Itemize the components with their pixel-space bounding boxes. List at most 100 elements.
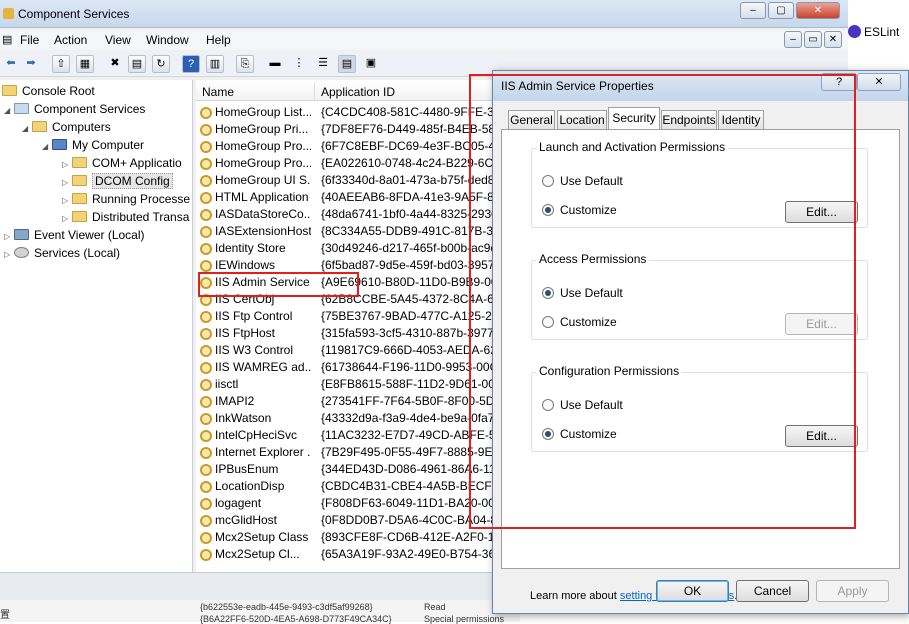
dcom-list: Name Application ID HomeGroup List... {C4… [196, 80, 496, 572]
expand-arrow-icon[interactable]: ◢ [4, 106, 14, 115]
list-row[interactable]: HomeGroup Pro... {EA022610-0748-4c24-B229… [196, 155, 496, 172]
list-row[interactable]: Mcx2Setup Class {893CFE8F-CD6B-412E-A2F0-… [196, 529, 496, 546]
mdi-close-button[interactable]: ✕ [824, 31, 842, 48]
list-row[interactable]: IASDataStoreCo... {48da6741-1bf0-4a44-832… [196, 206, 496, 223]
list-row[interactable]: IIS Ftp Control {75BE3767-9BAD-477C-A125-… [196, 308, 496, 325]
list-row[interactable]: IASExtensionHost {8C334A55-DDB9-491C-817B… [196, 223, 496, 240]
folder-icon [32, 121, 47, 132]
list-row[interactable]: HomeGroup Pro... {6F7C8EBF-DC69-4e3F-BC05… [196, 138, 496, 155]
refresh-icon[interactable]: ↻ [152, 55, 170, 73]
back-arrow-icon[interactable]: ⬅ [2, 55, 20, 73]
list-row[interactable]: IMAPI2 {273541FF-7F64-5B0F-8F00-5D77 [196, 393, 496, 410]
tree-item-my-computer[interactable]: ◢ My Computer [42, 138, 144, 156]
mdi-minimize-button[interactable]: – [784, 31, 802, 48]
list-row[interactable]: InkWatson {43332d9a-f3a9-4de4-be9a-0fa73 [196, 410, 496, 427]
row-name: HomeGroup Pro... [215, 139, 311, 153]
detail-view-icon[interactable]: ▤ [338, 55, 356, 73]
component-icon [200, 192, 212, 204]
list-row[interactable]: IIS WAMREG ad... {61738644-F196-11D0-9953… [196, 359, 496, 376]
menu-help[interactable]: Help [206, 33, 231, 47]
list-row[interactable]: Internet Explorer ... {7B29F495-0F55-49F7… [196, 444, 496, 461]
row-name: IPBusEnum [215, 462, 279, 476]
menu-file[interactable]: File [20, 33, 39, 47]
collapsed-arrow-icon[interactable]: ▷ [4, 232, 14, 241]
component-icon [200, 209, 212, 221]
mdi-restore-button[interactable]: ▭ [804, 31, 822, 48]
action-pane-icon[interactable]: ▥ [206, 55, 224, 73]
list-row[interactable]: Identity Store {30d49246-d217-465f-b00b-a… [196, 240, 496, 257]
tree-item-component-services[interactable]: ◢ Component Services [4, 102, 145, 120]
expand-arrow-icon[interactable]: ◢ [22, 124, 32, 133]
highlight-box-permissions [469, 74, 856, 529]
console-menu-icon[interactable]: ▤ [2, 33, 12, 46]
menu-window[interactable]: Window [146, 33, 189, 47]
apply-button[interactable]: Apply [816, 580, 889, 602]
tree-item-event-viewer[interactable]: ▷ Event Viewer (Local) [4, 228, 145, 246]
show-tree-icon[interactable]: ▦ [76, 55, 94, 73]
list-row[interactable]: mcGlidHost {0F8DD0B7-D5A6-4C0C-BA04-8A [196, 512, 496, 529]
component-icon [200, 498, 212, 510]
list-header: Name Application ID [196, 82, 496, 101]
tree-item-console-root[interactable]: Console Root [2, 84, 95, 102]
expand-arrow-icon[interactable]: ◢ [42, 142, 52, 151]
list-row[interactable]: IPBusEnum {344ED43D-D086-4961-86A6-110 [196, 461, 496, 478]
services-icon [14, 103, 29, 114]
component-icon [200, 532, 212, 544]
ok-button[interactable]: OK [656, 580, 729, 602]
list-row[interactable]: LocationDisp {CBDC4B31-CBE4-4A5B-BECF-64 [196, 478, 496, 495]
cancel-button[interactable]: Cancel [736, 580, 809, 602]
row-name: iisctl [215, 377, 239, 391]
tree-item-running-processes[interactable]: ▷ Running Processe [62, 192, 190, 210]
component-icon [200, 379, 212, 391]
export-icon[interactable]: ⎘ [236, 55, 254, 73]
eslint-taskbar-item[interactable]: ESLint [848, 20, 909, 48]
list-row[interactable]: Mcx2Setup Cl... {65A3A19F-93A2-49E0-B754-… [196, 546, 496, 563]
maximize-button[interactable]: ▢ [768, 2, 794, 19]
column-divider[interactable] [314, 82, 315, 101]
list-row[interactable]: IntelCpHeciSvc {11AC3232-E7D7-49CD-ABFE-5… [196, 427, 496, 444]
row-name: IIS W3 Control [215, 343, 294, 357]
up-folder-icon[interactable]: ⇧ [52, 55, 70, 73]
tree-item-com-applications[interactable]: ▷ COM+ Applicatio [62, 156, 182, 174]
list-row[interactable]: logagent {F808DF63-6049-11D1-BA20-006 [196, 495, 496, 512]
menu-action[interactable]: Action [54, 33, 87, 47]
small-icons-view-icon[interactable]: ⋮ [290, 55, 308, 73]
collapsed-arrow-icon[interactable]: ▷ [62, 160, 72, 169]
list-row[interactable]: HTML Application {40AEEAB6-8FDA-41e3-9A5F… [196, 189, 496, 206]
component-icon [200, 124, 212, 136]
list-row[interactable]: iisctl {E8FB8615-588F-11D2-9D61-00C0 [196, 376, 496, 393]
help-icon[interactable]: ? [182, 55, 200, 73]
component-icon [200, 464, 212, 476]
collapsed-arrow-icon[interactable]: ▷ [4, 250, 14, 259]
tree-item-computers[interactable]: ◢ Computers [22, 120, 111, 138]
column-header-name[interactable]: Name [202, 85, 234, 99]
column-header-application-id[interactable]: Application ID [321, 85, 395, 99]
background-guid: {b622553e-eadb-445e-9493-c3df5af99268} [200, 602, 373, 612]
tree-item-distributed-transactions[interactable]: ▷ Distributed Transa [62, 210, 189, 228]
list-view-icon[interactable]: ☰ [314, 55, 332, 73]
console-tree: Console Root ◢ Component Services ◢ Comput… [0, 80, 193, 572]
collapsed-arrow-icon[interactable]: ▷ [62, 196, 72, 205]
event-viewer-icon [14, 229, 29, 240]
row-application-id: {893CFE8F-CD6B-412E-A2F0-108 [321, 530, 496, 544]
tree-item-dcom-config[interactable]: ▷ DCOM Config [62, 173, 173, 192]
component-icon [200, 430, 212, 442]
list-row[interactable]: IIS FtpHost {315fa593-3cf5-4310-887b-3977… [196, 325, 496, 342]
list-row[interactable]: HomeGroup List... {C4CDC408-581C-4480-9FF… [196, 104, 496, 121]
close-button[interactable]: ✕ [796, 2, 840, 19]
minimize-button[interactable]: – [740, 2, 766, 19]
row-name: Mcx2Setup Class [215, 530, 309, 544]
collapsed-arrow-icon[interactable]: ▷ [62, 178, 72, 187]
computer-view-icon[interactable]: ▣ [362, 55, 380, 73]
properties-icon[interactable]: ▤ [128, 55, 146, 73]
list-row[interactable]: IIS W3 Control {119817C9-666D-4053-AEDA-6… [196, 342, 496, 359]
menu-view[interactable]: View [105, 33, 131, 47]
large-icons-view-icon[interactable]: ▬ [266, 55, 284, 73]
collapsed-arrow-icon[interactable]: ▷ [62, 214, 72, 223]
delete-icon[interactable]: ✖ [106, 55, 124, 73]
list-row[interactable]: HomeGroup UI S... {6f33340d-8a01-473a-b75… [196, 172, 496, 189]
forward-arrow-icon[interactable]: ➡ [22, 55, 40, 73]
dialog-close-button[interactable]: ✕ [857, 73, 901, 91]
tree-item-services[interactable]: ▷ Services (Local) [4, 246, 120, 264]
list-row[interactable]: HomeGroup Pri... {7DF8EF76-D449-485f-B4EB… [196, 121, 496, 138]
